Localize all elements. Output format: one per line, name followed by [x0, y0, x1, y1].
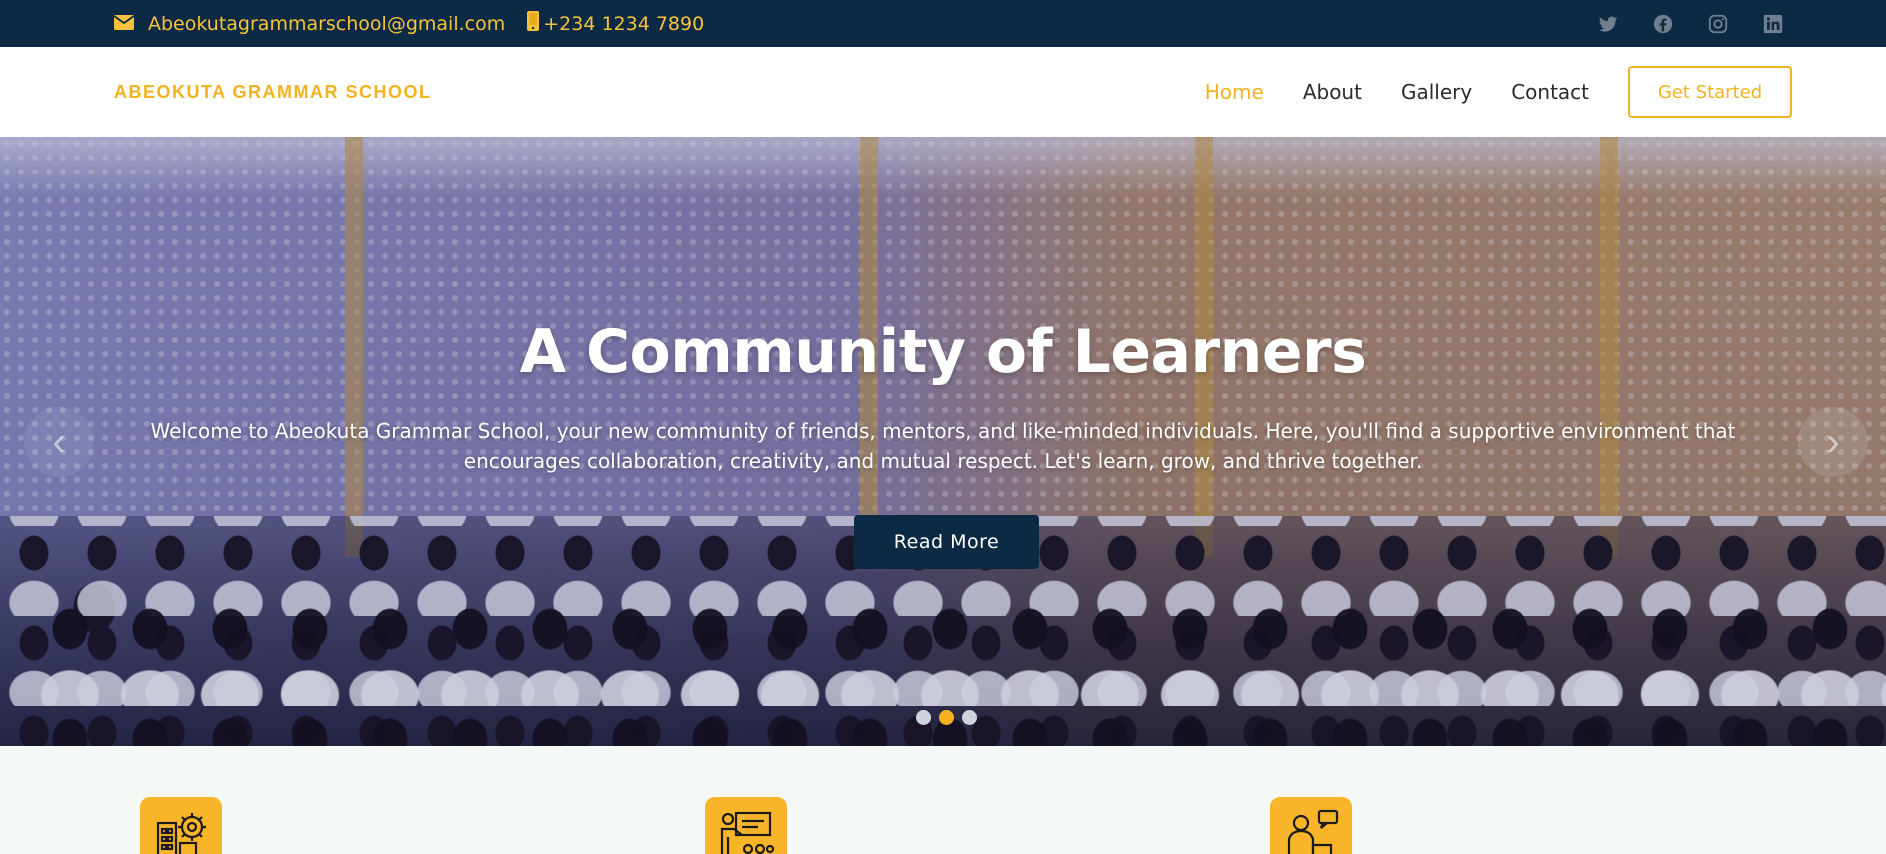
- carousel-dot-2[interactable]: [939, 710, 954, 725]
- carousel-dot-1[interactable]: [916, 710, 931, 725]
- carousel-next-button[interactable]: ›: [1798, 407, 1868, 477]
- twitter-icon[interactable]: [1597, 13, 1619, 35]
- email-text[interactable]: Abeokutagrammarschool@gmail.com: [148, 13, 505, 35]
- instagram-icon[interactable]: [1707, 13, 1729, 35]
- phone-contact[interactable]: +234 1234 7890: [527, 11, 704, 36]
- email-contact[interactable]: Abeokutagrammarschool@gmail.com: [113, 13, 505, 35]
- nav-home[interactable]: Home: [1205, 80, 1264, 104]
- main-header: ABEOKUTA GRAMMAR SCHOOL Home About Galle…: [0, 47, 1886, 137]
- nav-about[interactable]: About: [1303, 80, 1362, 104]
- social-links: [1564, 0, 1784, 47]
- chevron-left-icon: ‹: [52, 419, 66, 464]
- hero-carousel: A Community of Learners Welcome to Abeok…: [0, 137, 1886, 746]
- facebook-icon[interactable]: [1652, 13, 1674, 35]
- teacher-board-icon: [705, 797, 787, 854]
- read-more-button[interactable]: Read More: [854, 515, 1039, 569]
- mentor-chat-icon: [1270, 797, 1352, 854]
- top-bar: Abeokutagrammarschool@gmail.com +234 123…: [0, 0, 1886, 47]
- hero-title: A Community of Learners: [519, 317, 1367, 387]
- carousel-prev-button[interactable]: ‹: [24, 407, 94, 477]
- hero-description: Welcome to Abeokuta Grammar School, your…: [150, 419, 1736, 473]
- school-building-gear-icon: [140, 797, 222, 854]
- chevron-right-icon: ›: [1826, 419, 1840, 464]
- carousel-indicators: [916, 710, 985, 725]
- main-nav: Home About Gallery Contact Get Started: [1166, 47, 1792, 137]
- envelope-icon: [113, 13, 135, 35]
- features-section: [0, 746, 1886, 854]
- carousel-dot-3[interactable]: [962, 710, 977, 725]
- nav-contact[interactable]: Contact: [1511, 80, 1589, 104]
- get-started-button[interactable]: Get Started: [1628, 66, 1792, 118]
- nav-gallery[interactable]: Gallery: [1401, 80, 1472, 104]
- phone-icon: [527, 11, 540, 36]
- phone-text[interactable]: +234 1234 7890: [543, 13, 704, 35]
- contact-info: Abeokutagrammarschool@gmail.com +234 123…: [113, 0, 726, 47]
- linkedin-icon[interactable]: [1762, 13, 1784, 35]
- site-logo[interactable]: ABEOKUTA GRAMMAR SCHOOL: [114, 47, 431, 137]
